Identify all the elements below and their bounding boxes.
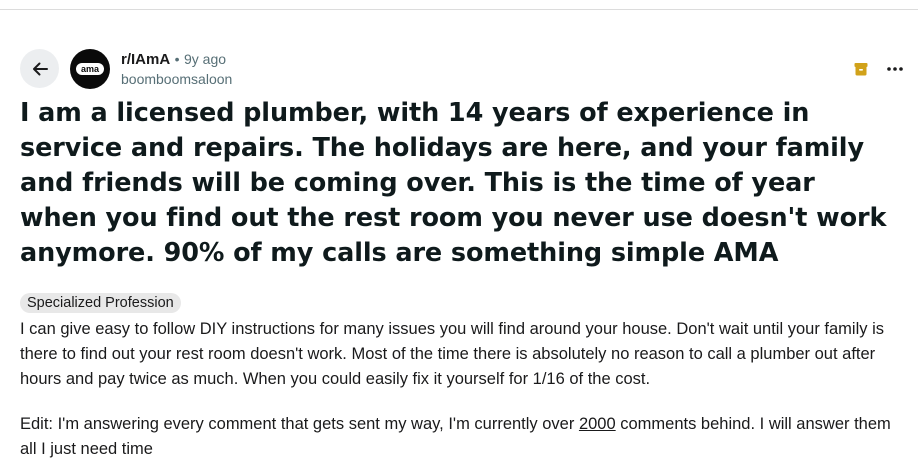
top-divider <box>0 9 918 10</box>
meta-separator: • <box>174 51 180 67</box>
post-age: 9y ago <box>184 51 227 67</box>
edit-text-before: Edit: I'm answering every comment that g… <box>20 415 579 433</box>
more-horizontal-icon <box>886 66 904 72</box>
arrow-left-icon <box>30 59 50 79</box>
more-options-button[interactable] <box>884 59 906 79</box>
body-paragraph-edit: Edit: I'm answering every comment that g… <box>20 412 900 462</box>
body-paragraph: I can give easy to follow DIY instructio… <box>20 320 884 388</box>
author-link[interactable]: boomboomsaloon <box>121 70 232 89</box>
archive-icon <box>853 61 869 77</box>
avatar-logo-text: ama <box>80 64 99 74</box>
post-title: I am a licensed plumber, with 14 years o… <box>20 98 887 268</box>
subreddit-avatar[interactable]: ama <box>70 49 110 89</box>
post-meta: r/IAmA • 9y ago boomboomsaloon <box>121 50 232 89</box>
back-button[interactable] <box>20 49 59 88</box>
comment-count-link[interactable]: 2000 <box>579 415 616 433</box>
subreddit-link[interactable]: r/IAmA <box>121 51 170 68</box>
post-flair[interactable]: Specialized Profession <box>20 293 181 313</box>
ama-logo: ama <box>76 63 104 75</box>
post-body: I can give easy to follow DIY instructio… <box>20 317 900 462</box>
